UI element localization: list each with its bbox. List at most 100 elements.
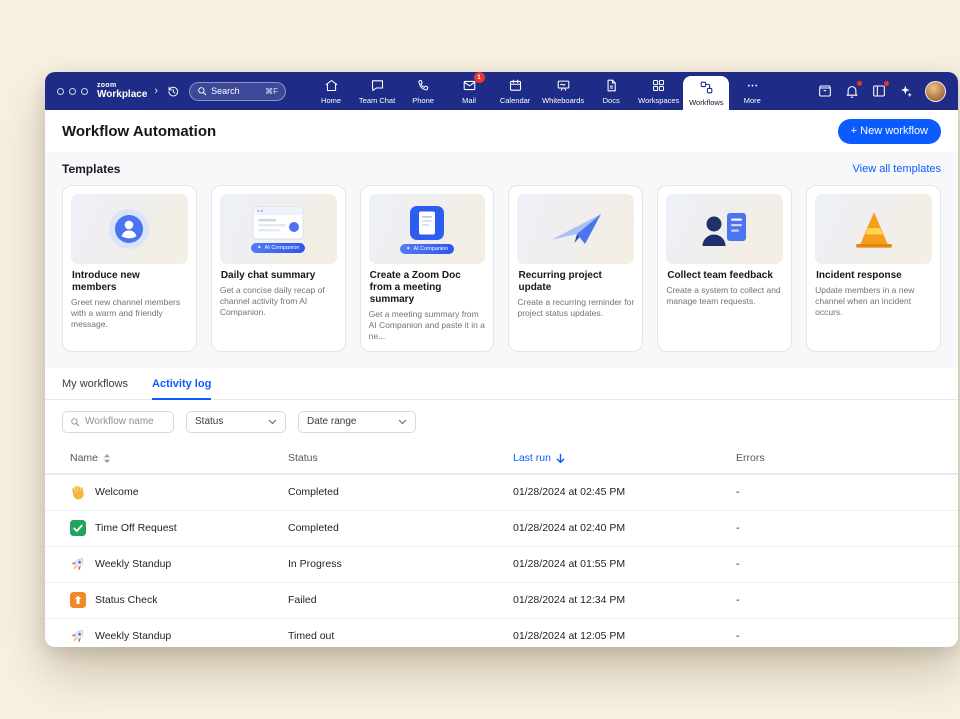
template-card-incident-response[interactable]: Incident response Update members in a ne… [806, 185, 941, 352]
card-title: Daily chat summary [221, 270, 336, 282]
top-navigation-bar: zoom Workplace › Search ⌘F Home [45, 72, 958, 110]
global-search-input[interactable]: Search ⌘F [189, 82, 286, 101]
nav-item-calendar[interactable]: Calendar [492, 72, 538, 110]
wave-icon [70, 484, 86, 500]
user-avatar[interactable] [925, 81, 946, 102]
date-range-filter-dropdown[interactable]: Date range [298, 411, 416, 433]
ai-companion-badge: ✦ AI Companion [251, 243, 305, 253]
workflow-errors: - [736, 558, 941, 570]
view-all-templates-link[interactable]: View all templates [853, 163, 941, 175]
whiteboard-icon [556, 78, 571, 93]
window-zoom-button[interactable] [81, 88, 88, 95]
card-description: Update members in a new channel when an … [815, 285, 932, 319]
window-close-button[interactable] [57, 88, 64, 95]
column-header-name[interactable]: Name [62, 452, 288, 464]
workflow-name: Welcome [95, 486, 139, 498]
chevron-down-icon [398, 419, 407, 425]
table-row[interactable]: Time Off Request Completed 01/28/2024 at… [45, 510, 958, 546]
workflow-status: Completed [288, 486, 513, 498]
search-icon [70, 417, 80, 427]
history-icon[interactable] [166, 84, 180, 98]
card-description: Get a concise daily recap of channel act… [220, 285, 337, 319]
workflow-name: Weekly Standup [95, 630, 171, 642]
template-card-zoom-doc-from-meeting-summary[interactable]: ✦ AI Companion Create a Zoom Doc from a … [360, 185, 495, 352]
template-card-collect-team-feedback[interactable]: Collect team feedback Create a system to… [657, 185, 792, 352]
search-shortcut: ⌘F [265, 87, 278, 96]
workflow-status: Completed [288, 522, 513, 534]
card-title: Incident response [816, 270, 931, 282]
nav-item-whiteboards[interactable]: Whiteboards [538, 72, 588, 110]
column-header-status: Status [288, 452, 513, 464]
status-filter-dropdown[interactable]: Status [186, 411, 286, 433]
workflow-last-run: 01/28/2024 at 12:34 PM [513, 594, 736, 606]
panel-notification-dot [884, 81, 889, 86]
nav-item-home[interactable]: Home [308, 72, 354, 110]
phone-icon [416, 78, 431, 93]
card-title: Recurring project update [518, 270, 633, 294]
cone-icon [815, 194, 932, 264]
chevron-right-icon[interactable]: › [154, 85, 158, 97]
workflow-last-run: 01/28/2024 at 02:45 PM [513, 486, 736, 498]
notifications-bell-icon[interactable] [844, 83, 860, 99]
table-row[interactable]: Welcome Completed 01/28/2024 at 02:45 PM… [45, 474, 958, 510]
column-header-errors: Errors [736, 452, 941, 464]
page-header: Workflow Automation + New workflow [45, 110, 958, 152]
nav-item-workflows[interactable]: Workflows [683, 76, 729, 110]
topbar-right-actions [817, 72, 958, 110]
table-row[interactable]: Status Check Failed 01/28/2024 at 12:34 … [45, 582, 958, 618]
card-description: Create a system to collect and manage te… [666, 285, 783, 307]
templates-section: Templates View all templates Introduce n… [45, 152, 958, 368]
rocket-icon [70, 628, 86, 644]
contacts-box-icon[interactable] [817, 83, 833, 99]
templates-heading: Templates [62, 162, 120, 176]
window-minimize-button[interactable] [69, 88, 76, 95]
side-panel-icon[interactable] [871, 83, 887, 99]
workflow-errors: - [736, 486, 941, 498]
tab-my-workflows[interactable]: My workflows [62, 378, 128, 399]
workflow-name: Time Off Request [95, 522, 177, 534]
workflow-errors: - [736, 522, 941, 534]
card-title: Introduce new members [72, 270, 187, 294]
check-icon [70, 520, 86, 536]
workflow-status: Failed [288, 594, 513, 606]
nav-item-mail[interactable]: 1 Mail [446, 72, 492, 110]
logo-workplace-text: Workplace [97, 90, 147, 100]
zoom-workplace-logo: zoom Workplace [97, 82, 147, 100]
nav-item-workspaces[interactable]: Workspaces [634, 72, 683, 110]
workflow-name-search[interactable] [62, 411, 174, 433]
person-icon [71, 194, 188, 264]
workflow-status: In Progress [288, 558, 513, 570]
template-card-recurring-project-update[interactable]: Recurring project update Create a recurr… [508, 185, 643, 352]
workflow-name-input[interactable] [85, 416, 165, 427]
workflow-last-run: 01/28/2024 at 12:05 PM [513, 630, 736, 642]
tab-activity-log[interactable]: Activity log [152, 378, 211, 400]
chat-icon [370, 78, 385, 93]
template-card-daily-chat-summary[interactable]: ✦ AI Companion Daily chat summary Get a … [211, 185, 346, 352]
column-header-last-run[interactable]: Last run [513, 452, 736, 464]
workflow-errors: - [736, 594, 941, 606]
sort-both-icon [103, 453, 111, 464]
workflows-icon [699, 80, 714, 95]
card-title: Create a Zoom Doc from a meeting summary [370, 270, 485, 306]
window-controls[interactable] [57, 88, 88, 95]
nav-item-more[interactable]: More [729, 72, 775, 110]
card-description: Create a recurring reminder for project … [517, 297, 634, 319]
workflow-last-run: 01/28/2024 at 02:40 PM [513, 522, 736, 534]
card-title: Collect team feedback [667, 270, 782, 282]
paper-plane-icon [517, 194, 634, 264]
sparkle-icon: ✦ [257, 245, 262, 251]
ai-companion-badge: ✦ AI Companion [400, 244, 454, 254]
nav-item-team-chat[interactable]: Team Chat [354, 72, 400, 110]
ai-sparkle-icon[interactable] [898, 83, 914, 99]
workflow-errors: - [736, 630, 941, 642]
chat-summary-icon: ✦ AI Companion [220, 194, 337, 264]
docs-icon [604, 78, 619, 93]
nav-item-phone[interactable]: Phone [400, 72, 446, 110]
new-workflow-button[interactable]: + New workflow [838, 119, 941, 144]
table-row[interactable]: Weekly Standup In Progress 01/28/2024 at… [45, 546, 958, 582]
table-row[interactable]: Weekly Standup Timed out 01/28/2024 at 1… [45, 618, 958, 647]
template-card-introduce-new-members[interactable]: Introduce new members Greet new channel … [62, 185, 197, 352]
nav-item-docs[interactable]: Docs [588, 72, 634, 110]
table-header-row: Name Status Last run Errors [45, 444, 958, 474]
sparkle-icon: ✦ [406, 246, 411, 252]
